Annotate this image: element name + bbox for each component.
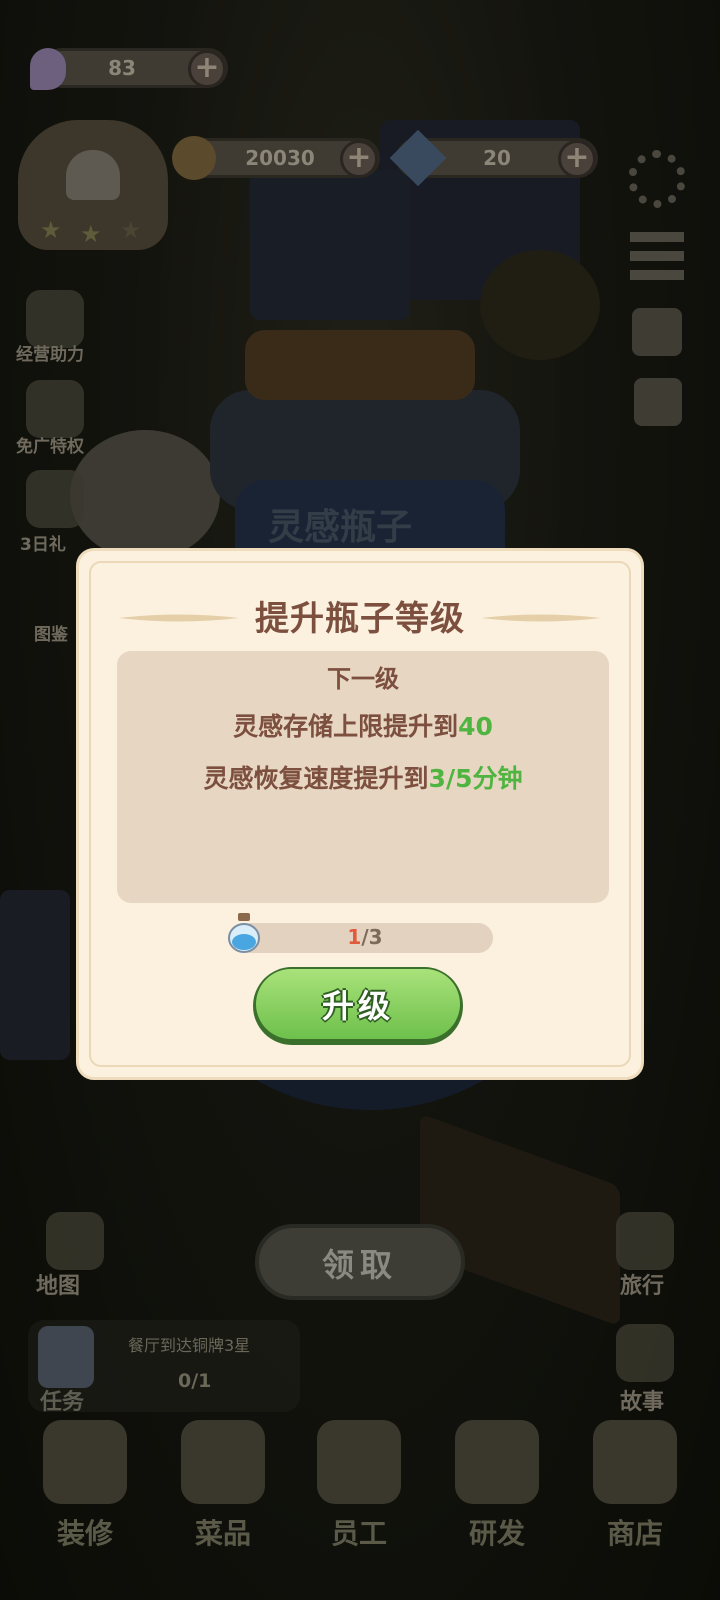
recovery-upgrade-text: 灵感恢复速度提升到 — [203, 764, 429, 793]
travel-lock-icon[interactable] — [616, 1212, 674, 1270]
three-day-gift-icon[interactable] — [26, 470, 84, 528]
task-clipboard-icon — [38, 1326, 94, 1388]
nav-dishes-label: 菜品 — [194, 1517, 251, 1550]
next-level-heading: 下一级 — [327, 665, 399, 693]
inspiration-count: 83 — [108, 56, 136, 80]
list-menu-icon[interactable] — [630, 232, 684, 280]
coin-icon — [172, 136, 216, 180]
storage-upgrade-line: 灵感存储上限提升到40 — [117, 707, 609, 743]
upgrade-bottle-dialog: 提升瓶子等级 下一级 灵感存储上限提升到40 灵感恢复速度提升到3/5分钟 1/… — [76, 548, 644, 1080]
nav-decorate[interactable]: 装修 — [30, 1420, 140, 1560]
upgrade-button[interactable]: 升级 — [253, 967, 463, 1045]
nav-dishes[interactable]: 菜品 — [168, 1420, 278, 1560]
coin-count: 20030 — [245, 146, 315, 170]
upgrade-progress-bar: 1/3 — [237, 923, 493, 953]
chef-hat-icon — [66, 150, 120, 200]
ad-free-icon[interactable] — [26, 380, 84, 438]
side-item-collection[interactable]: 图鉴 — [34, 620, 68, 645]
star-icon: ★ — [120, 216, 142, 244]
research-pot-icon — [455, 1420, 539, 1504]
add-inspiration-button[interactable]: + — [188, 50, 226, 88]
storage-upgrade-value: 40 — [458, 712, 493, 741]
recovery-upgrade-line: 灵感恢复速度提升到3/5分钟 — [117, 759, 609, 795]
task-text: 餐厅到达铜牌3星 — [128, 1336, 251, 1355]
paint-brush-icon — [43, 1420, 127, 1504]
add-coins-button[interactable]: + — [340, 140, 378, 178]
travel-label[interactable]: 旅行 — [620, 1268, 664, 1300]
side-item-three-day-gift[interactable]: 3日礼 — [20, 530, 66, 555]
inspiration-icon — [30, 48, 66, 90]
dialog-title: 提升瓶子等级 — [255, 599, 465, 639]
upgrade-button-label: 升级 — [321, 987, 394, 1025]
task-progress: 0/1 — [178, 1370, 212, 1392]
story-book-icon[interactable] — [616, 1324, 674, 1382]
progress-current: 1 — [347, 925, 362, 949]
map-label[interactable]: 地图 — [36, 1268, 80, 1300]
story-label[interactable]: 故事 — [620, 1384, 664, 1416]
collect-button-label: 领取 — [321, 1246, 398, 1284]
shop-awning-icon — [593, 1420, 677, 1504]
side-item-ad-free[interactable]: 免广特权 — [16, 432, 84, 457]
progress-total: /3 — [361, 925, 383, 949]
gem-count: 20 — [483, 146, 511, 170]
side-item-business-boost[interactable]: 经营助力 — [16, 340, 84, 365]
calendar-icon[interactable] — [632, 308, 682, 356]
task-card[interactable]: 任务 餐厅到达铜牌3星 0/1 — [28, 1320, 300, 1415]
nav-research-label: 研发 — [468, 1517, 525, 1550]
gift-icon[interactable] — [634, 378, 682, 426]
nav-decorate-label: 装修 — [56, 1517, 113, 1550]
upgrade-progress-text: 1/3 — [237, 925, 493, 949]
star-icon: ★ — [40, 216, 62, 244]
settings-gear-icon[interactable] — [628, 150, 686, 208]
staff-card-icon — [317, 1420, 401, 1504]
nav-research[interactable]: 研发 — [442, 1420, 552, 1560]
add-gems-button[interactable]: + — [558, 140, 596, 178]
nav-shop[interactable]: 商店 — [580, 1420, 690, 1560]
potion-bottle-icon — [228, 913, 260, 953]
task-label: 任务 — [40, 1390, 85, 1415]
star-icon: ★ — [80, 220, 102, 248]
nav-staff[interactable]: 员工 — [304, 1420, 414, 1560]
nav-staff-label: 员工 — [330, 1517, 387, 1550]
utensils-icon — [181, 1420, 265, 1504]
storage-upgrade-text: 灵感存储上限提升到 — [233, 712, 459, 741]
map-icon[interactable] — [46, 1212, 104, 1270]
recovery-upgrade-value: 3/5分钟 — [428, 764, 523, 793]
next-level-panel: 下一级 灵感存储上限提升到40 灵感恢复速度提升到3/5分钟 — [117, 651, 609, 903]
collect-button[interactable]: 领取 — [255, 1224, 465, 1300]
restaurant-badge[interactable]: ★ ★ ★ — [18, 120, 168, 250]
nav-shop-label: 商店 — [606, 1517, 663, 1550]
